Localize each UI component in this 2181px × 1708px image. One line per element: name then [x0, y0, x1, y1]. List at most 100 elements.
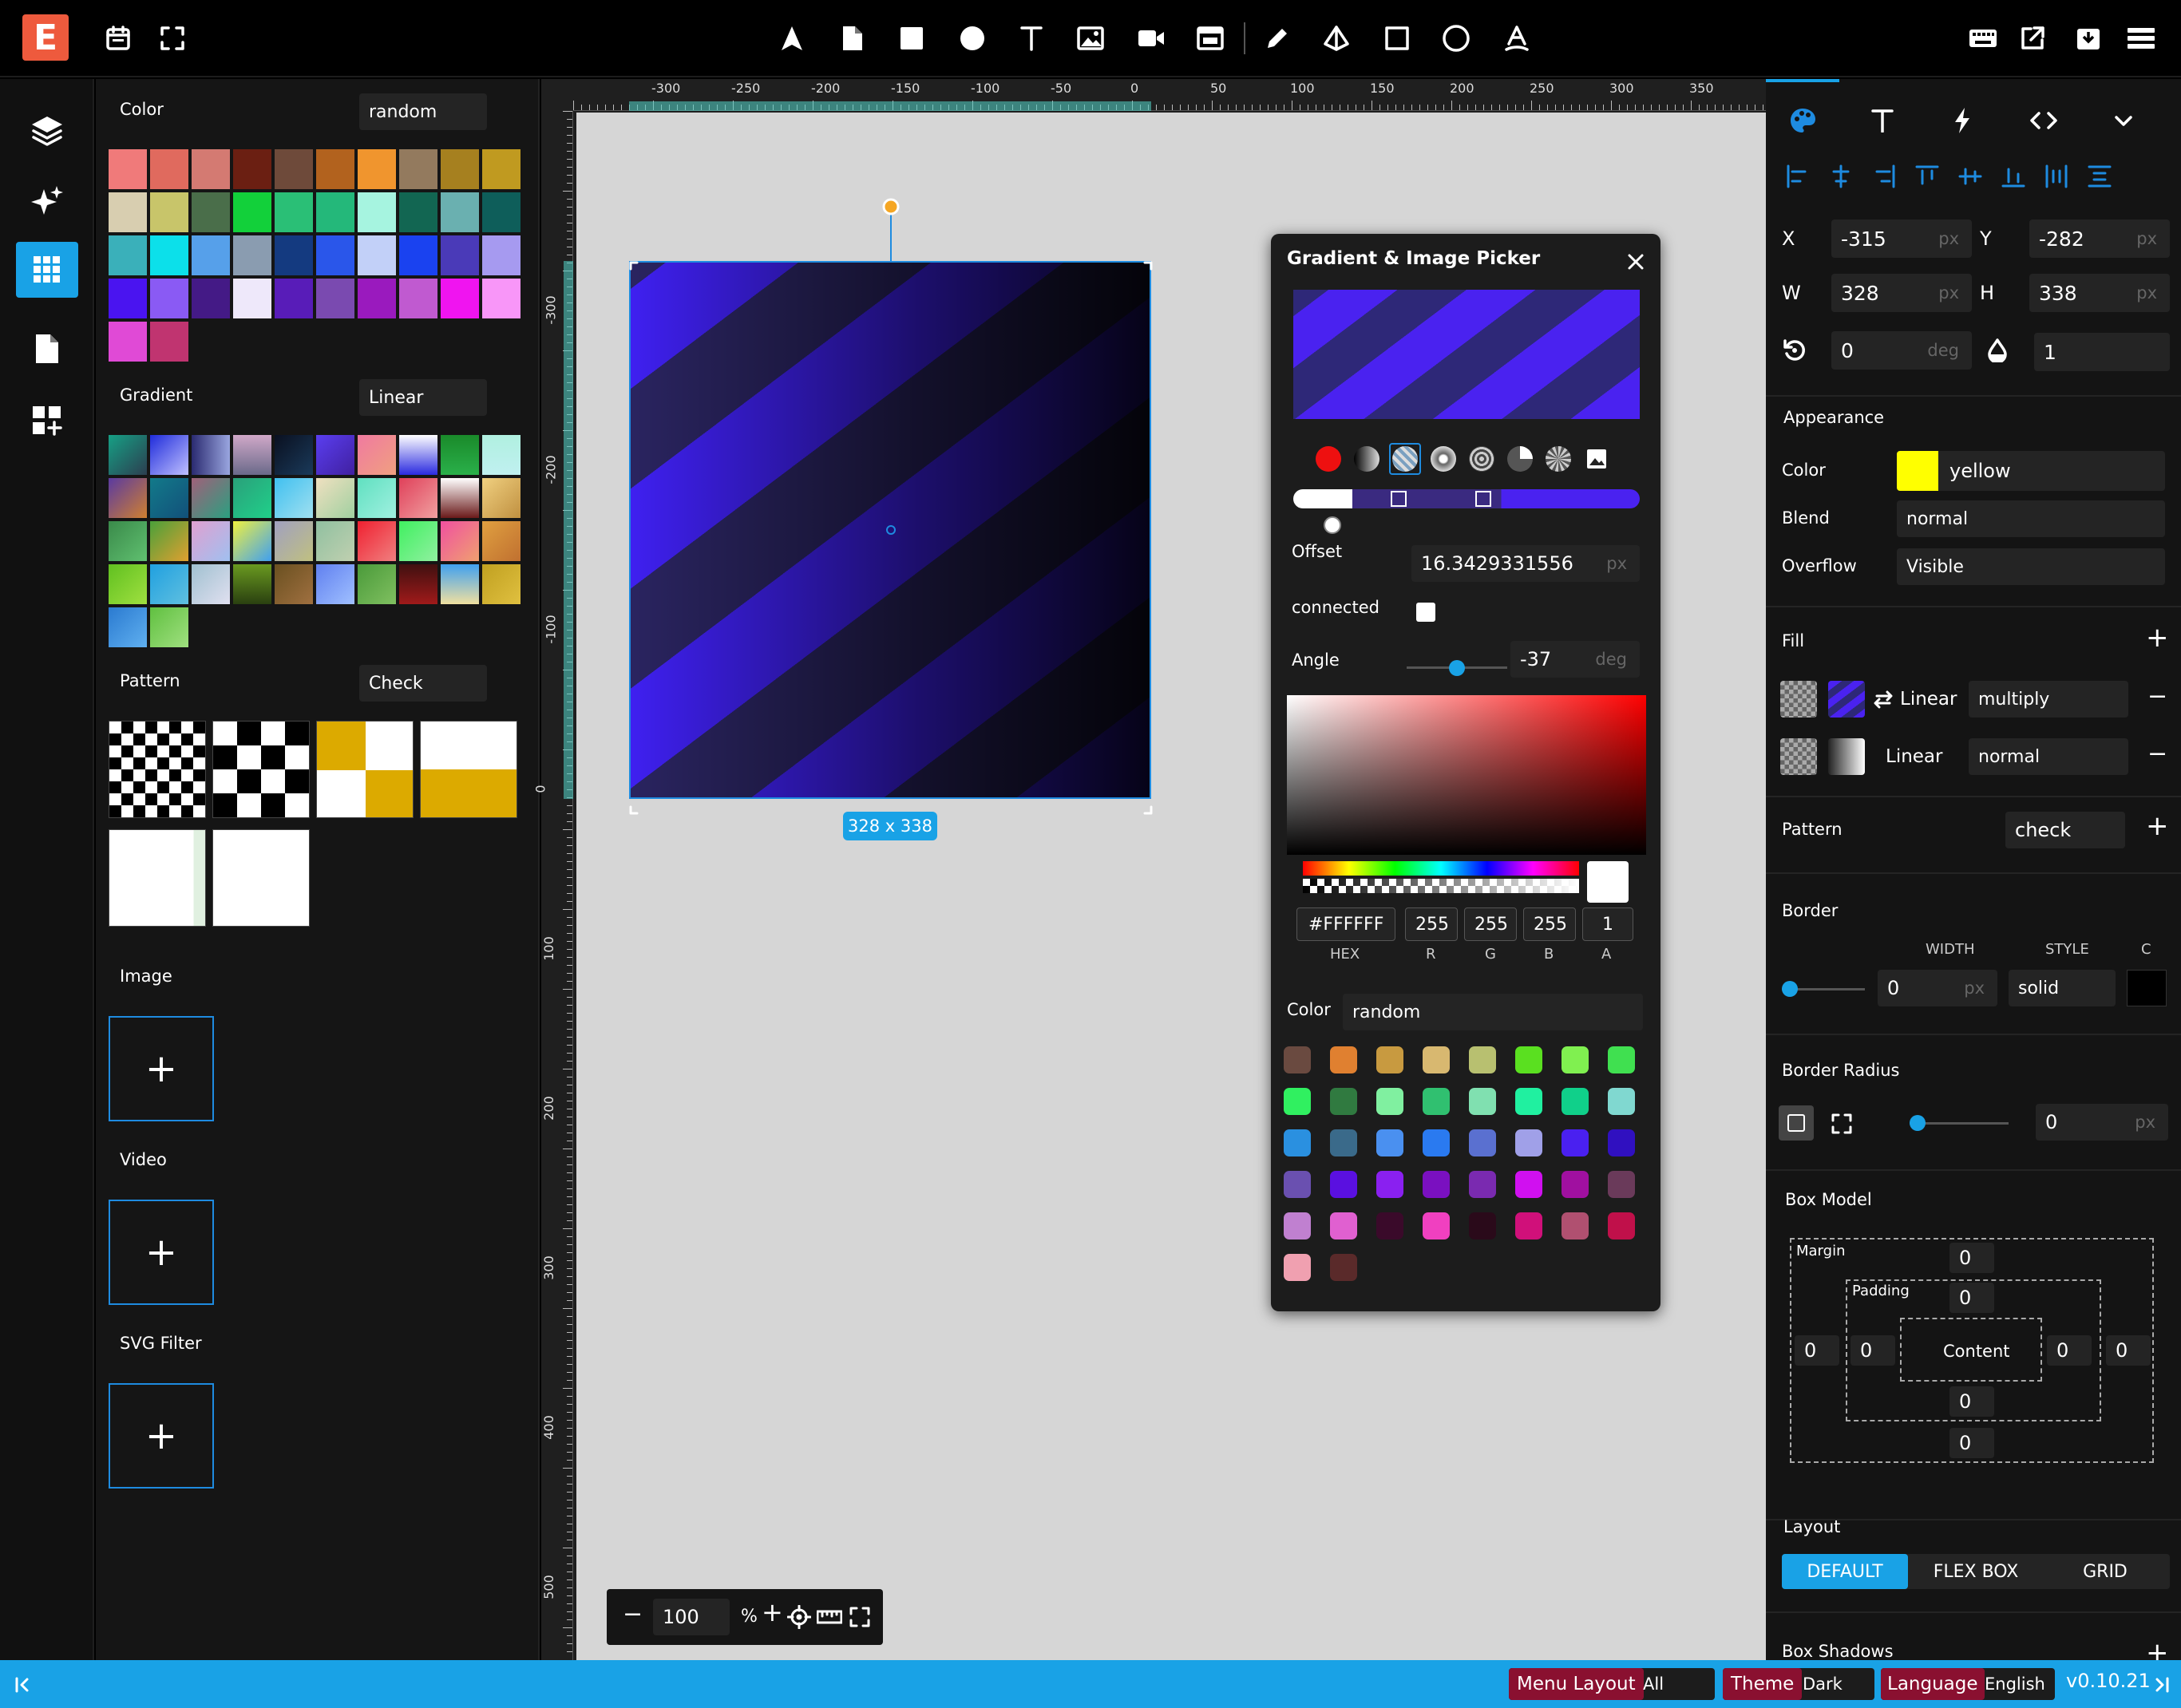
margin-right-input[interactable]: 0 [2106, 1335, 2151, 1366]
fill-blend-select[interactable]: normal [1969, 738, 2128, 775]
app-logo[interactable]: E [22, 14, 69, 61]
gradient-swatch[interactable] [233, 521, 271, 561]
collapse-right-icon[interactable] [2147, 1671, 2175, 1698]
gradient-swatch[interactable] [109, 521, 147, 561]
color-swatch[interactable] [109, 279, 147, 318]
gradient-swatch[interactable] [358, 521, 396, 561]
save-icon[interactable] [2072, 22, 2104, 54]
color-swatch[interactable] [316, 192, 354, 232]
layers-icon[interactable] [16, 105, 78, 156]
color-swatch[interactable] [192, 279, 230, 318]
path-tool-icon[interactable] [1319, 21, 1354, 56]
offset-input[interactable]: 16.3429331556 px [1411, 545, 1640, 582]
align-left-icon[interactable] [1782, 160, 1814, 192]
color-swatch[interactable] [399, 149, 437, 189]
overflow-select[interactable]: Visible [1897, 548, 2165, 585]
gradient-swatch[interactable] [316, 521, 354, 561]
align-middle-icon[interactable] [1954, 160, 1986, 192]
gradient-swatch[interactable] [482, 564, 521, 604]
pencil-tool-icon[interactable] [1260, 21, 1295, 56]
gradient-swatch[interactable] [109, 564, 147, 604]
color-swatch[interactable] [109, 192, 147, 232]
gradient-stop[interactable] [1324, 516, 1341, 534]
picker-color-swatch[interactable] [1423, 1129, 1450, 1156]
color-swatch[interactable] [358, 192, 396, 232]
color-swatch[interactable] [441, 149, 479, 189]
library-icon[interactable] [16, 242, 78, 298]
a-input[interactable]: 1 [1582, 907, 1633, 941]
gradient-swatch[interactable] [399, 435, 437, 475]
gradient-swatch[interactable] [482, 521, 521, 561]
add-svg-filter-button[interactable]: + [109, 1383, 214, 1489]
x-input[interactable]: -315 px [1831, 219, 1972, 258]
fill-blend-select[interactable]: multiply [1969, 681, 2128, 718]
magic-icon[interactable] [16, 176, 78, 227]
pattern-swatch[interactable] [109, 829, 206, 927]
gradient-swatch[interactable] [399, 478, 437, 518]
text-style-tab-icon[interactable] [1863, 103, 1902, 138]
gradient-swatch[interactable] [192, 478, 230, 518]
keyboard-icon[interactable] [1965, 22, 2001, 54]
picker-color-swatch[interactable] [1330, 1212, 1357, 1239]
repeating-linear-icon[interactable] [1389, 443, 1421, 475]
gradient-swatch[interactable] [399, 521, 437, 561]
zoom-in-button[interactable]: + [762, 1597, 783, 1627]
gradient-swatch[interactable] [316, 435, 354, 475]
picker-color-swatch[interactable] [1515, 1046, 1542, 1073]
hue-slider[interactable] [1303, 861, 1579, 876]
color-swatch[interactable] [233, 235, 271, 275]
padding-right-input[interactable]: 0 [2047, 1335, 2092, 1366]
gradient-swatch[interactable] [441, 521, 479, 561]
circle-tool-icon[interactable] [955, 21, 990, 56]
border-width-input[interactable]: 0 px [1878, 970, 1997, 1006]
image-tool-icon[interactable] [1073, 21, 1108, 56]
distribute-horizontal-icon[interactable] [2040, 160, 2072, 192]
color-swatch[interactable] [482, 235, 521, 275]
pattern-swatch[interactable] [212, 721, 310, 818]
interaction-tab-icon[interactable] [1943, 103, 1981, 138]
picker-color-select[interactable]: random [1343, 994, 1643, 1030]
picker-color-swatch[interactable] [1423, 1046, 1450, 1073]
gradient-swatch[interactable] [275, 521, 313, 561]
picker-color-swatch[interactable] [1284, 1212, 1311, 1239]
color-swatch[interactable] [150, 322, 188, 362]
color-swatch[interactable] [275, 279, 313, 318]
color-type-select[interactable]: random [359, 93, 487, 130]
hex-input[interactable]: #FFFFFF [1296, 907, 1395, 941]
picker-color-swatch[interactable] [1376, 1129, 1403, 1156]
pattern-swatch[interactable] [109, 721, 206, 818]
linear-gradient-icon[interactable] [1354, 446, 1379, 472]
picker-color-swatch[interactable] [1515, 1129, 1542, 1156]
layout-tab-grid[interactable]: GRID [2042, 1554, 2168, 1589]
picker-color-swatch[interactable] [1562, 1046, 1589, 1073]
swap-icon[interactable] [1871, 687, 1895, 711]
radius-slider[interactable] [1910, 1115, 2009, 1131]
pattern-swatch[interactable] [420, 721, 517, 818]
circle-outline-icon[interactable] [1439, 21, 1474, 56]
radius-corners-icon[interactable] [1825, 1107, 1858, 1141]
fill-preview-swatch[interactable] [1828, 738, 1865, 775]
selection-handles[interactable] [613, 191, 1172, 829]
picker-color-swatch[interactable] [1469, 1212, 1496, 1239]
color-swatch[interactable] [150, 149, 188, 189]
color-swatch[interactable] [399, 279, 437, 318]
fill-checker-icon[interactable] [1780, 681, 1817, 718]
picker-color-swatch[interactable] [1330, 1171, 1357, 1198]
gradient-swatch[interactable] [150, 564, 188, 604]
gradient-swatch[interactable] [358, 435, 396, 475]
gradient-swatch[interactable] [150, 607, 188, 647]
zoom-out-button[interactable]: − [623, 1600, 643, 1628]
color-swatch[interactable] [316, 235, 354, 275]
saturation-box[interactable] [1287, 695, 1646, 855]
padding-top-input[interactable]: 0 [1949, 1283, 1994, 1313]
border-style-select[interactable]: solid [2009, 970, 2116, 1006]
color-swatch[interactable] [316, 149, 354, 189]
gradient-swatch[interactable] [233, 564, 271, 604]
picker-color-swatch[interactable] [1376, 1046, 1403, 1073]
color-swatch[interactable] [150, 192, 188, 232]
gradient-swatch[interactable] [441, 435, 479, 475]
color-swatch[interactable] [358, 235, 396, 275]
gradient-type-select[interactable]: Linear [359, 379, 487, 416]
picker-color-swatch[interactable] [1376, 1212, 1403, 1239]
palette-icon[interactable] [1783, 103, 1822, 138]
